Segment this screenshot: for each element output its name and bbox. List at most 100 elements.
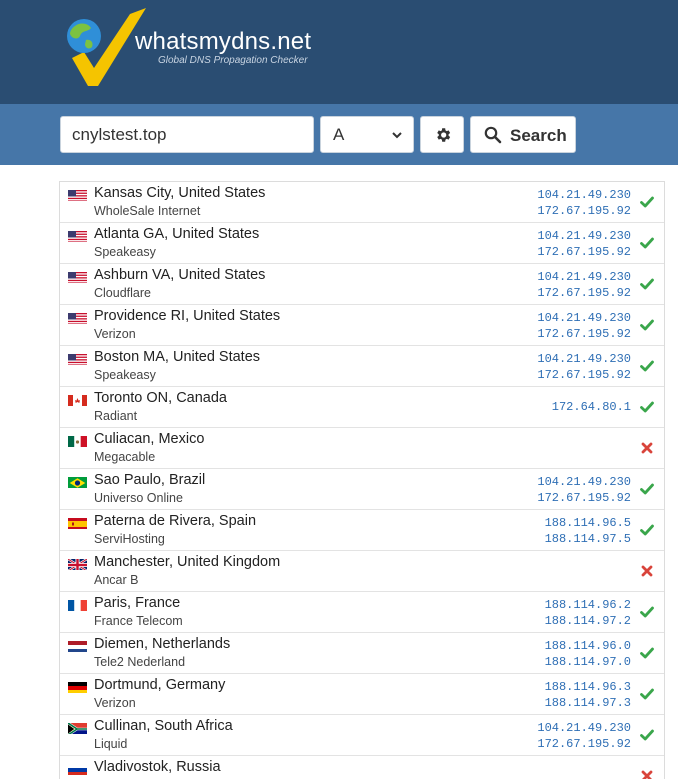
- cross-icon: [639, 440, 655, 456]
- result-ip[interactable]: 188.114.97.3: [545, 695, 631, 711]
- flag-br-icon: [68, 476, 87, 488]
- domain-input[interactable]: [60, 116, 314, 153]
- result-location: Dortmund, Germany: [94, 677, 226, 693]
- result-provider: Verizon: [94, 327, 136, 341]
- result-location: Toronto ON, Canada: [94, 390, 227, 406]
- flag-us-icon: [68, 189, 87, 201]
- record-type-value: A: [333, 125, 345, 144]
- result-provider: Verizon: [94, 696, 136, 710]
- result-row: Dortmund, Germany Verizon 188.114.96.3 188.…: [60, 674, 664, 715]
- check-icon: [639, 604, 655, 620]
- flag-ru-icon: [68, 763, 87, 775]
- check-icon: [639, 235, 655, 251]
- result-ip[interactable]: 172.67.195.92: [537, 203, 631, 219]
- flag-za-icon: [68, 722, 87, 734]
- result-provider: Universo Online: [94, 491, 183, 505]
- check-icon: [639, 645, 655, 661]
- flag-de-icon: [68, 681, 87, 693]
- result-location: Vladivostok, Russia: [94, 759, 221, 775]
- flag-mx-icon: [68, 435, 87, 447]
- result-ip[interactable]: 172.67.195.92: [537, 490, 631, 506]
- result-ip[interactable]: 172.67.195.92: [537, 244, 631, 260]
- result-ip[interactable]: 188.114.96.2: [545, 597, 631, 613]
- check-icon: [639, 399, 655, 415]
- result-ip[interactable]: 188.114.97.5: [545, 531, 631, 547]
- result-row: Diemen, Netherlands Tele2 Nederland 188.11…: [60, 633, 664, 674]
- result-ip[interactable]: 172.64.80.1: [552, 399, 631, 415]
- record-type-select[interactable]: A: [320, 116, 414, 153]
- result-provider: Tele2 Nederland: [94, 655, 186, 669]
- result-row: Atlanta GA, United States Speakeasy 104.21…: [60, 223, 664, 264]
- brand-name[interactable]: whatsmydns.net: [135, 28, 311, 56]
- result-ip[interactable]: 188.114.96.5: [545, 515, 631, 531]
- result-row: Manchester, United Kingdom Ancar B: [60, 551, 664, 592]
- result-ip-list: 104.21.49.230 172.67.195.92: [537, 474, 631, 506]
- result-ip-list: 104.21.49.230 172.67.195.92: [537, 310, 631, 342]
- result-ip[interactable]: 172.67.195.92: [537, 326, 631, 342]
- check-icon: [639, 686, 655, 702]
- result-ip[interactable]: 104.21.49.230: [537, 269, 631, 285]
- result-row: Kansas City, United States WholeSale Inte…: [60, 182, 664, 223]
- result-provider: Cloudflare: [94, 286, 151, 300]
- result-ip-list: 104.21.49.230 172.67.195.92: [537, 269, 631, 301]
- result-location: Culiacan, Mexico: [94, 431, 205, 447]
- result-row: Boston MA, United States Speakeasy 104.21.…: [60, 346, 664, 387]
- result-row: Vladivostok, RussiaRostelecom: [60, 756, 664, 779]
- result-location: Providence RI, United States: [94, 308, 281, 324]
- result-ip[interactable]: 104.21.49.230: [537, 351, 631, 367]
- result-row: Sao Paulo, Brazil Universo Online 104.21.4…: [60, 469, 664, 510]
- brand-tagline: Global DNS Propagation Checker: [158, 55, 308, 66]
- result-location: Diemen, Netherlands: [94, 636, 231, 652]
- flag-gb-icon: [68, 558, 87, 570]
- result-ip[interactable]: 172.67.195.92: [537, 736, 631, 752]
- result-row: Providence RI, United States Verizon 104.2…: [60, 305, 664, 346]
- flag-us-icon: [68, 230, 87, 242]
- flag-us-icon: [68, 353, 87, 365]
- result-ip[interactable]: 104.21.49.230: [537, 474, 631, 490]
- check-icon: [639, 194, 655, 210]
- site-header: whatsmydns.net Global DNS Propagation Ch…: [0, 0, 678, 104]
- result-provider: Ancar B: [94, 573, 139, 587]
- flag-es-icon: [68, 517, 87, 529]
- check-icon: [639, 481, 655, 497]
- result-ip[interactable]: 104.21.49.230: [537, 228, 631, 244]
- search-button[interactable]: Search: [470, 116, 576, 153]
- result-row: Culiacan, Mexico Megacable: [60, 428, 664, 469]
- check-icon: [639, 317, 655, 333]
- result-ip[interactable]: 104.21.49.230: [537, 720, 631, 736]
- search-bar: A Search: [0, 104, 678, 165]
- check-icon: [639, 727, 655, 743]
- result-location: Paterna de Rivera, Spain: [94, 513, 257, 529]
- result-provider: Liquid: [94, 737, 128, 751]
- result-row: Toronto ON, Canada Radiant 172.64.80.1: [60, 387, 664, 428]
- result-ip[interactable]: 188.114.96.3: [545, 679, 631, 695]
- result-ip-list: 104.21.49.230 172.67.195.92: [537, 187, 631, 219]
- result-ip[interactable]: 172.67.195.92: [537, 285, 631, 301]
- result-ip-list: 188.114.96.2 188.114.97.2: [545, 597, 631, 629]
- result-location: Cullinan, South Africa: [94, 718, 233, 734]
- search-icon: [484, 126, 502, 144]
- result-ip[interactable]: 188.114.97.0: [545, 654, 631, 670]
- result-location: Kansas City, United States: [94, 185, 266, 201]
- result-location: Manchester, United Kingdom: [94, 554, 281, 570]
- result-ip-list: 172.64.80.1: [552, 399, 631, 415]
- check-icon: [639, 358, 655, 374]
- search-button-label: Search: [510, 126, 567, 145]
- result-ip[interactable]: 172.67.195.92: [537, 367, 631, 383]
- result-row: Cullinan, South Africa Liquid 104.21.49.23…: [60, 715, 664, 756]
- flag-nl-icon: [68, 640, 87, 652]
- result-ip[interactable]: 188.114.96.0: [545, 638, 631, 654]
- chevron-down-icon: [392, 132, 402, 139]
- flag-us-icon: [68, 271, 87, 283]
- result-provider: WholeSale Internet: [94, 204, 201, 218]
- result-ip[interactable]: 104.21.49.230: [537, 187, 631, 203]
- settings-button[interactable]: [420, 116, 464, 153]
- result-ip[interactable]: 188.114.97.2: [545, 613, 631, 629]
- result-ip-list: 104.21.49.230 172.67.195.92: [537, 351, 631, 383]
- result-ip-list: 188.114.96.5 188.114.97.5: [545, 515, 631, 547]
- flag-us-icon: [68, 312, 87, 324]
- cross-icon: [639, 768, 655, 779]
- gear-icon: [437, 128, 451, 142]
- result-ip[interactable]: 104.21.49.230: [537, 310, 631, 326]
- result-ip-list: 188.114.96.3 188.114.97.3: [545, 679, 631, 711]
